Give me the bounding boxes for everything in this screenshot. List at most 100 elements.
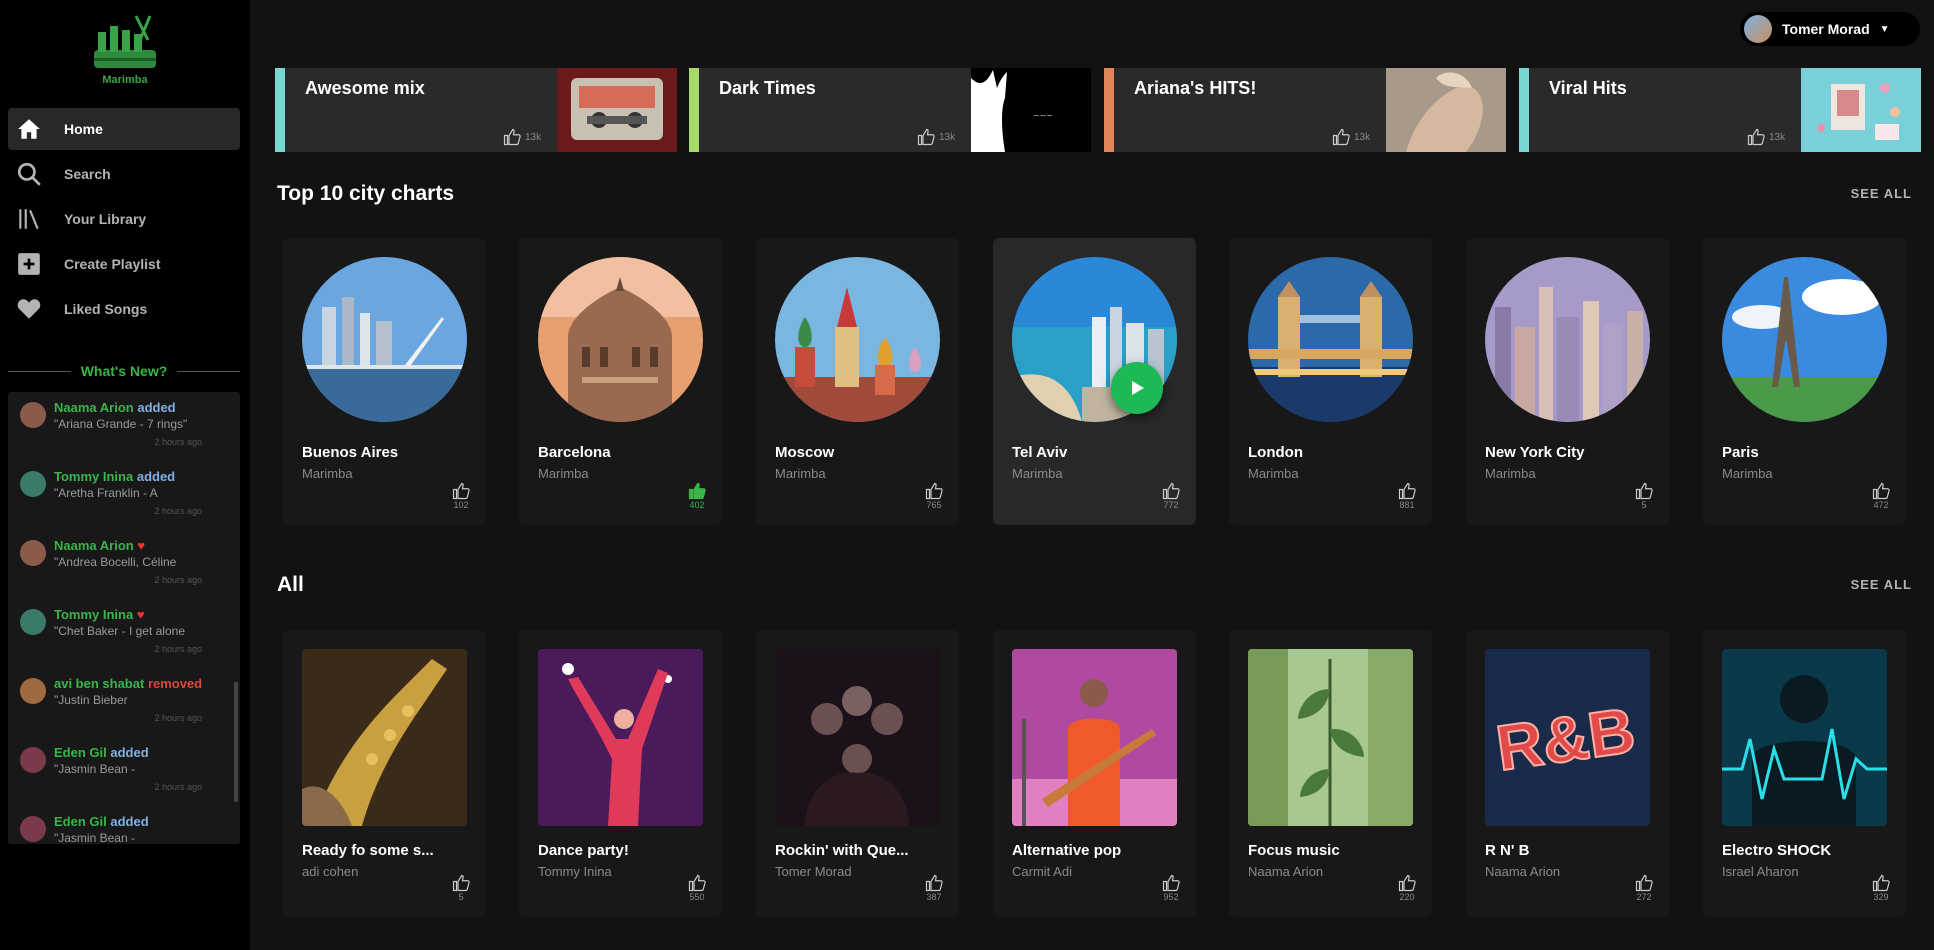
like-button[interactable]: 472 — [1872, 482, 1890, 510]
city-chart-card[interactable]: Moscow Marimba 765 — [756, 238, 959, 525]
avatar — [1744, 15, 1772, 43]
sidebar-item-liked-songs[interactable]: Liked Songs — [8, 288, 240, 330]
playlist-card[interactable]: Alternative pop Carmit Adi 952 — [993, 630, 1196, 917]
like-button[interactable]: 550 — [688, 874, 706, 902]
feed-item[interactable]: avi ben shabat removed "Justin Bieber 2 … — [8, 668, 240, 737]
like-button[interactable]: 220 — [1398, 874, 1416, 902]
like-count[interactable]: 13k — [917, 128, 955, 146]
featured-playlist[interactable]: Awesome mix 13k — [275, 68, 677, 152]
like-button[interactable]: 387 — [925, 874, 943, 902]
card-title: Buenos Aires — [302, 444, 399, 461]
playlist-card[interactable]: Electro SHOCK Israel Aharon 329 — [1703, 630, 1906, 917]
like-count[interactable]: 13k — [503, 128, 541, 146]
feed-user-name[interactable]: Eden Gil — [54, 814, 107, 829]
avatar — [20, 471, 46, 497]
card-title: Paris — [1722, 444, 1759, 461]
like-button[interactable]: 402 — [688, 482, 706, 510]
city-chart-card[interactable]: Barcelona Marimba 402 — [519, 238, 722, 525]
card-subtitle: Naama Arion — [1485, 864, 1561, 879]
like-count-text: 772 — [1163, 500, 1179, 510]
like-button[interactable]: 765 — [925, 482, 943, 510]
thumb-up-icon — [688, 482, 706, 500]
accent-bar — [1519, 68, 1529, 152]
card-image — [775, 257, 940, 422]
like-count[interactable]: 13k — [1332, 128, 1370, 146]
feed-item[interactable]: Naama Arion ♥ "Andrea Bocelli, Céline 2 … — [8, 530, 240, 599]
feed-user-name[interactable]: Naama Arion — [54, 538, 134, 553]
featured-playlist[interactable]: Viral Hits 13k — [1519, 68, 1921, 152]
feed-action: ♥ — [136, 607, 145, 622]
like-button[interactable]: 5 — [452, 874, 470, 902]
like-count-text: 5 — [1641, 500, 1647, 510]
like-button[interactable]: 952 — [1162, 874, 1180, 902]
feed-user-name[interactable]: Tommy Inina — [54, 607, 133, 622]
sidebar-item-search[interactable]: Search — [8, 153, 240, 195]
card-subtitle: Marimba — [775, 466, 826, 481]
sidebar-item-create-playlist[interactable]: Create Playlist — [8, 243, 240, 285]
see-all-all-link[interactable]: SEE ALL — [1851, 577, 1912, 592]
card-subtitle: Marimba — [302, 466, 353, 481]
user-name: Tomer Morad — [1782, 21, 1870, 37]
sidebar-item-library[interactable]: Your Library — [8, 198, 240, 240]
feed-time: 2 hours ago — [154, 575, 202, 585]
like-count-text: 13k — [525, 131, 542, 143]
card-subtitle: Marimba — [1012, 466, 1063, 481]
caret-down-icon: ▼ — [1879, 23, 1890, 35]
feed-item[interactable]: Eden Gil added "Jasmin Bean - 2 hours ag… — [8, 737, 240, 806]
playlist-card[interactable]: Dance party! Tommy Inina 550 — [519, 630, 722, 917]
thumb-up-icon — [503, 128, 521, 146]
thumb-up-icon — [1635, 874, 1653, 892]
activity-feed[interactable]: Naama Arion added "Ariana Grande - 7 rin… — [8, 392, 240, 844]
card-image — [1722, 257, 1887, 422]
thumb-up-icon — [917, 128, 935, 146]
city-chart-card[interactable]: London Marimba 881 — [1229, 238, 1432, 525]
feed-action: added — [110, 814, 149, 829]
section-title-all: All — [277, 573, 304, 596]
like-button[interactable]: 272 — [1635, 874, 1653, 902]
city-chart-card[interactable]: Paris Marimba 472 — [1703, 238, 1906, 525]
sidebar-item-home[interactable]: Home — [8, 108, 240, 150]
like-button[interactable]: 102 — [452, 482, 470, 510]
city-chart-card[interactable]: Tel Aviv Marimba 772 — [993, 238, 1196, 525]
like-button[interactable]: 329 — [1872, 874, 1890, 902]
card-image — [538, 649, 703, 826]
playlist-card[interactable]: R&B R N' B Naama Arion 272 — [1466, 630, 1669, 917]
avatar — [20, 609, 46, 635]
see-all-city-charts-link[interactable]: SEE ALL — [1851, 186, 1912, 201]
feed-time: 2 hours ago — [154, 713, 202, 723]
feed-user-name[interactable]: Tommy Inina — [54, 469, 133, 484]
feed-user-name[interactable]: avi ben shabat — [54, 676, 144, 691]
like-button[interactable]: 881 — [1398, 482, 1416, 510]
card-title: Dance party! — [538, 842, 629, 859]
play-button[interactable] — [1111, 362, 1163, 414]
playlist-card[interactable]: Focus music Naama Arion 220 — [1229, 630, 1432, 917]
playlist-card[interactable]: Ready fo some s... adi cohen 5 — [283, 630, 486, 917]
featured-playlist[interactable]: Dark Times 13k ~~~ — [689, 68, 1091, 152]
sidebar-item-label: Home — [64, 121, 103, 137]
thumb-up-icon — [452, 874, 470, 892]
city-chart-card[interactable]: New York City Marimba 5 — [1466, 238, 1669, 525]
user-menu-button[interactable]: Tomer Morad ▼ — [1740, 12, 1920, 46]
feed-line: Tommy Inina added — [18, 469, 232, 484]
playlist-card[interactable]: Rockin' with Que... Tomer Morad 387 — [756, 630, 959, 917]
feed-line: Eden Gil added — [18, 814, 232, 829]
feed-item[interactable]: Tommy Inina added "Aretha Franklin - A 2… — [8, 461, 240, 530]
like-count[interactable]: 13k — [1747, 128, 1785, 146]
feed-user-name[interactable]: Naama Arion — [54, 400, 134, 415]
featured-playlist[interactable]: Ariana's HITS! 13k — [1104, 68, 1506, 152]
app-logo[interactable]: Marimba — [84, 12, 166, 92]
city-chart-card[interactable]: Buenos Aires Marimba 102 — [283, 238, 486, 525]
feed-user-name[interactable]: Eden Gil — [54, 745, 107, 760]
card-title: Rockin' with Que... — [775, 842, 909, 859]
sidebar-item-label: Search — [64, 166, 111, 182]
feed-line: Eden Gil added — [18, 745, 232, 760]
feed-item[interactable]: Naama Arion added "Ariana Grande - 7 rin… — [8, 392, 240, 461]
feed-item[interactable]: Tommy Inina ♥ "Chet Baker - I get alone … — [8, 599, 240, 668]
like-button[interactable]: 772 — [1162, 482, 1180, 510]
featured-title: Viral Hits — [1549, 78, 1627, 98]
feed-item[interactable]: Eden Gil added "Jasmin Bean - — [8, 806, 240, 844]
feed-line: avi ben shabat removed — [18, 676, 232, 691]
sidebar-nav: Home Search Your Library Create Playlist… — [8, 108, 240, 333]
like-button[interactable]: 5 — [1635, 482, 1653, 510]
card-subtitle: Tomer Morad — [775, 864, 852, 879]
